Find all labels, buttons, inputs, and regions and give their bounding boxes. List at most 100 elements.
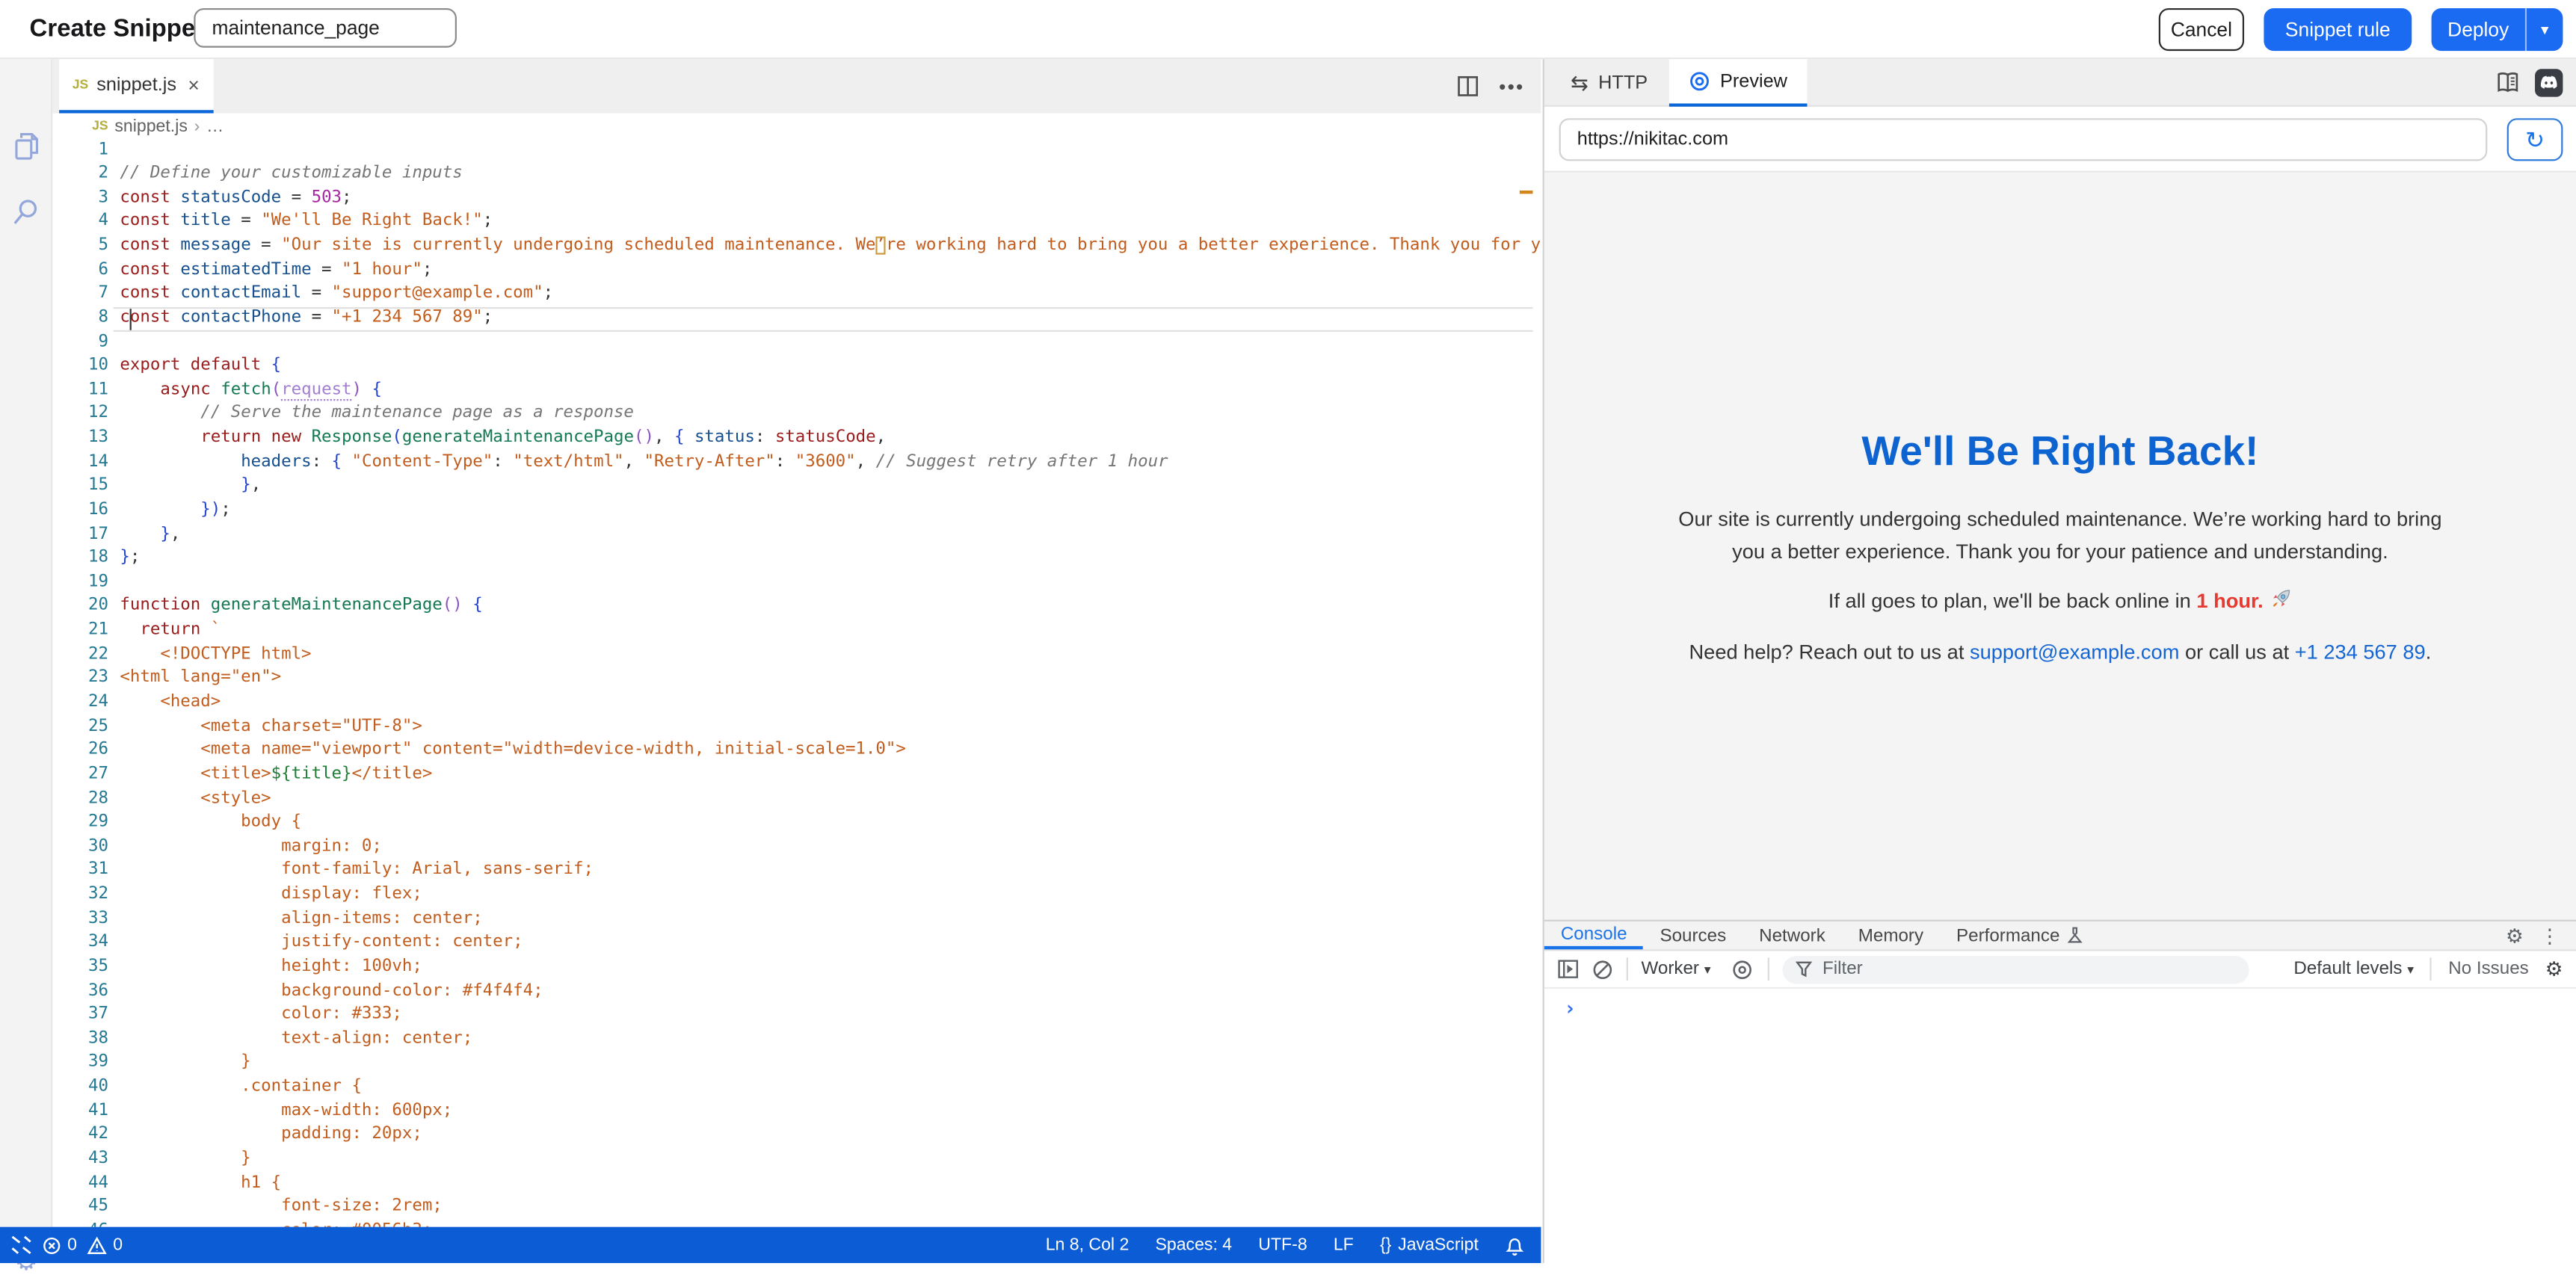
devtools-tab-network[interactable]: Network [1743, 922, 1842, 949]
console-prompt-chevron[interactable]: › [1564, 997, 1576, 1020]
devtools-kebab-menu-icon[interactable]: ⋮ [2540, 924, 2560, 947]
code-line[interactable]: 15 }, [52, 475, 1541, 499]
tab-http[interactable]: ⇆ HTTP [1551, 59, 1668, 107]
devtools-tab-console[interactable]: Console [1544, 922, 1644, 949]
cancel-button[interactable]: Cancel [2159, 8, 2244, 51]
code-editor[interactable]: 12// Define your customizable inputs3con… [52, 139, 1541, 1227]
split-editor-icon[interactable] [1458, 75, 1479, 97]
code-line[interactable]: 6const estimatedTime = "1 hour"; [52, 259, 1541, 283]
more-actions-icon[interactable]: ••• [1499, 75, 1524, 98]
breadcrumb[interactable]: JS snippet.js › … [52, 114, 1541, 138]
devtools-tab-performance[interactable]: Performance [1940, 922, 2099, 949]
code-line[interactable]: 26 <meta name="viewport" content="width=… [52, 740, 1541, 764]
code-line[interactable]: 20function generateMaintenancePage() { [52, 596, 1541, 620]
code-line[interactable]: 41 max-width: 600px; [52, 1100, 1541, 1124]
code-line[interactable]: 35 height: 100vh; [52, 956, 1541, 980]
code-line[interactable]: 39 } [52, 1052, 1541, 1075]
code-line[interactable]: 9 [52, 331, 1541, 355]
code-line[interactable]: 45 font-size: 2rem; [52, 1196, 1541, 1220]
code-line[interactable]: 12 // Serve the maintenance page as a re… [52, 403, 1541, 427]
code-line[interactable]: 7const contactEmail = "support@example.c… [52, 283, 1541, 307]
phone-link[interactable]: +1 234 567 89 [2295, 640, 2426, 664]
code-line[interactable]: 29 body { [52, 812, 1541, 836]
search-icon[interactable] [0, 197, 52, 229]
remote-indicator-icon[interactable] [10, 1235, 33, 1255]
code-line[interactable]: 28 <style> [52, 788, 1541, 812]
tab-snippet-js[interactable]: JS snippet.js × [59, 59, 214, 114]
code-line[interactable]: 10export default { [52, 355, 1541, 379]
snippet-rule-button[interactable]: Snippet rule [2264, 8, 2412, 51]
code-line[interactable]: 11 async fetch(request) { [52, 379, 1541, 403]
deploy-dropdown-button[interactable]: ▼ [2525, 8, 2563, 51]
problems-errors[interactable]: 0 [43, 1235, 77, 1255]
console-settings-gear-icon[interactable]: ⚙ [2545, 957, 2563, 981]
code-line[interactable]: 24 <head> [52, 691, 1541, 715]
code-line[interactable]: 33 align-items: center; [52, 908, 1541, 932]
code-line[interactable]: 42 padding: 20px; [52, 1124, 1541, 1148]
line-number: 5 [52, 235, 108, 259]
code-line[interactable]: 34 justify-content: center; [52, 932, 1541, 956]
issues-counter[interactable]: No Issues [2448, 959, 2529, 978]
preview-url-input[interactable] [1559, 118, 2488, 161]
code-line[interactable]: 21 return ` [52, 620, 1541, 643]
code-line[interactable]: 25 <meta charset="UTF-8"> [52, 715, 1541, 739]
code-line[interactable]: 13 return new Response(generateMaintenan… [52, 427, 1541, 451]
clear-console-icon[interactable] [1592, 958, 1614, 980]
code-line[interactable]: 36 background-color: #f4f4f4; [52, 980, 1541, 1004]
line-number: 31 [52, 859, 108, 883]
refresh-button[interactable]: ↻ [2507, 118, 2563, 161]
code-line[interactable]: 5const message = "Our site is currently … [52, 235, 1541, 259]
code-line[interactable]: 32 display: flex; [52, 883, 1541, 907]
encoding[interactable]: UTF-8 [1258, 1235, 1307, 1255]
support-email-link[interactable]: support@example.com [1970, 640, 2179, 664]
flask-icon [2066, 927, 2083, 945]
tab-preview[interactable]: Preview [1669, 59, 1807, 107]
code-line[interactable]: 43 } [52, 1148, 1541, 1172]
devtools-tab-memory[interactable]: Memory [1842, 922, 1940, 949]
tab-close-icon[interactable]: × [188, 73, 199, 96]
files-icon[interactable] [0, 132, 52, 163]
code-line[interactable]: 14 headers: { "Content-Type": "text/html… [52, 451, 1541, 475]
indentation[interactable]: Spaces: 4 [1155, 1235, 1232, 1255]
chevron-right-icon: › [194, 116, 200, 135]
code-line[interactable]: 1 [52, 139, 1541, 163]
log-levels-dropdown[interactable]: Default levels ▾ [2293, 959, 2414, 978]
code-line[interactable]: 40 .container { [52, 1076, 1541, 1100]
console-context-selector[interactable]: Worker ▾ [1642, 959, 1711, 978]
live-expression-eye-icon[interactable] [1731, 958, 1755, 980]
devtools-settings-gear-icon[interactable]: ⚙ [2506, 924, 2524, 947]
devtools-tab-sources[interactable]: Sources [1643, 922, 1743, 949]
console-output[interactable]: › [1544, 989, 2576, 1263]
code-line[interactable]: 44 h1 { [52, 1172, 1541, 1196]
line-number: 25 [52, 715, 108, 739]
code-line[interactable]: 17 }, [52, 523, 1541, 547]
cursor-position[interactable]: Ln 8, Col 2 [1046, 1235, 1130, 1255]
code-line[interactable]: 27 <title>${title}</title> [52, 764, 1541, 788]
code-line[interactable]: 37 color: #333; [52, 1004, 1541, 1028]
code-line[interactable]: 22 <!DOCTYPE html> [52, 643, 1541, 667]
code-line[interactable]: 19 [52, 571, 1541, 595]
code-line[interactable]: 2// Define your customizable inputs [52, 163, 1541, 187]
deploy-button[interactable]: Deploy ▼ [2432, 8, 2563, 51]
code-line[interactable]: 3const statusCode = 503; [52, 187, 1541, 211]
code-line[interactable]: 18}; [52, 547, 1541, 571]
console-filter-input[interactable]: Filter [1783, 955, 2249, 983]
notifications-bell-icon[interactable] [1505, 1235, 1524, 1256]
code-line[interactable]: 4const title = "We'll Be Right Back!"; [52, 211, 1541, 235]
code-line[interactable]: 30 margin: 0; [52, 836, 1541, 859]
code-line[interactable]: 8const contactPhone = "+1 234 567 89"; [52, 307, 1541, 331]
problems-warnings[interactable]: 0 [87, 1235, 123, 1255]
snippet-name-input[interactable] [194, 8, 457, 48]
code-line[interactable]: 31 font-family: Arial, sans-serif; [52, 859, 1541, 883]
discord-icon[interactable] [2535, 69, 2563, 96]
docs-book-icon[interactable] [2495, 71, 2520, 96]
eol-sequence[interactable]: LF [1334, 1235, 1354, 1255]
code-line[interactable]: 46 color: #0056b3; [52, 1220, 1541, 1227]
line-number: 7 [52, 283, 108, 307]
page-title: Create Snippet [30, 15, 204, 43]
code-line[interactable]: 16 }); [52, 499, 1541, 523]
language-mode[interactable]: {} JavaScript [1380, 1235, 1479, 1255]
code-line[interactable]: 23<html lang="en"> [52, 667, 1541, 691]
code-line[interactable]: 38 text-align: center; [52, 1028, 1541, 1052]
console-sidebar-icon[interactable] [1557, 959, 1579, 978]
